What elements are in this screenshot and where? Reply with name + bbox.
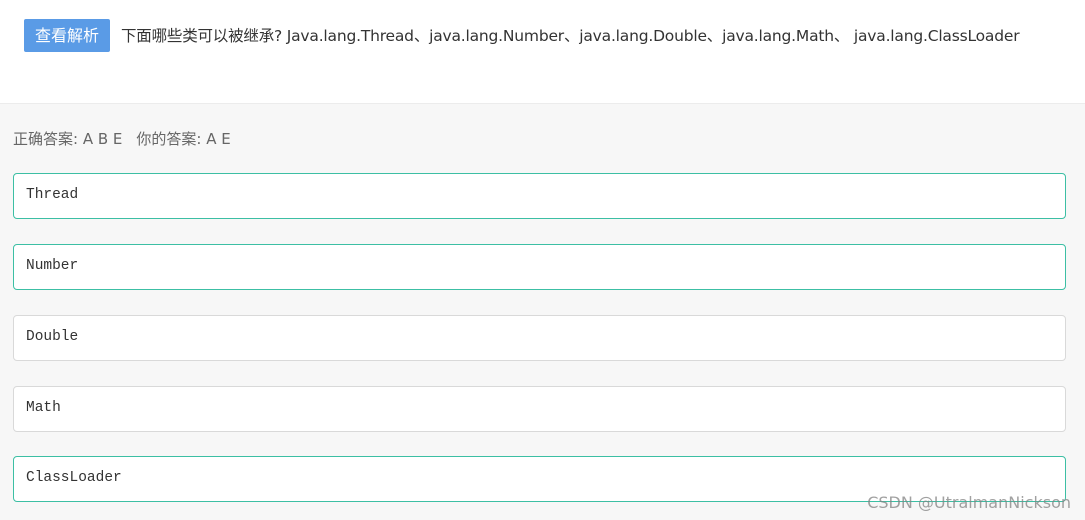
view-analysis-button[interactable]: 查看解析 xyxy=(24,19,110,52)
option-label: Math xyxy=(26,400,61,416)
question-header: 查看解析 下面哪些类可以被继承? Java.lang.Thread、java.l… xyxy=(0,0,1085,104)
your-answer-text: 你的答案: A E xyxy=(136,130,231,148)
option-number[interactable]: Number xyxy=(13,244,1066,290)
option-thread[interactable]: Thread xyxy=(13,173,1066,219)
question-text: 下面哪些类可以被继承? Java.lang.Thread、java.lang.N… xyxy=(121,27,1020,45)
option-label: ClassLoader xyxy=(26,470,122,486)
watermark: CSDN @UtralmanNickson xyxy=(867,493,1071,512)
option-label: Number xyxy=(26,258,79,274)
option-label: Thread xyxy=(26,187,79,203)
option-double[interactable]: Double xyxy=(13,315,1066,361)
option-math[interactable]: Math xyxy=(13,386,1066,432)
answer-summary: 正确答案: A B E 你的答案: A E xyxy=(13,128,231,149)
option-label: Double xyxy=(26,329,79,345)
correct-answer-text: 正确答案: A B E xyxy=(13,130,123,148)
